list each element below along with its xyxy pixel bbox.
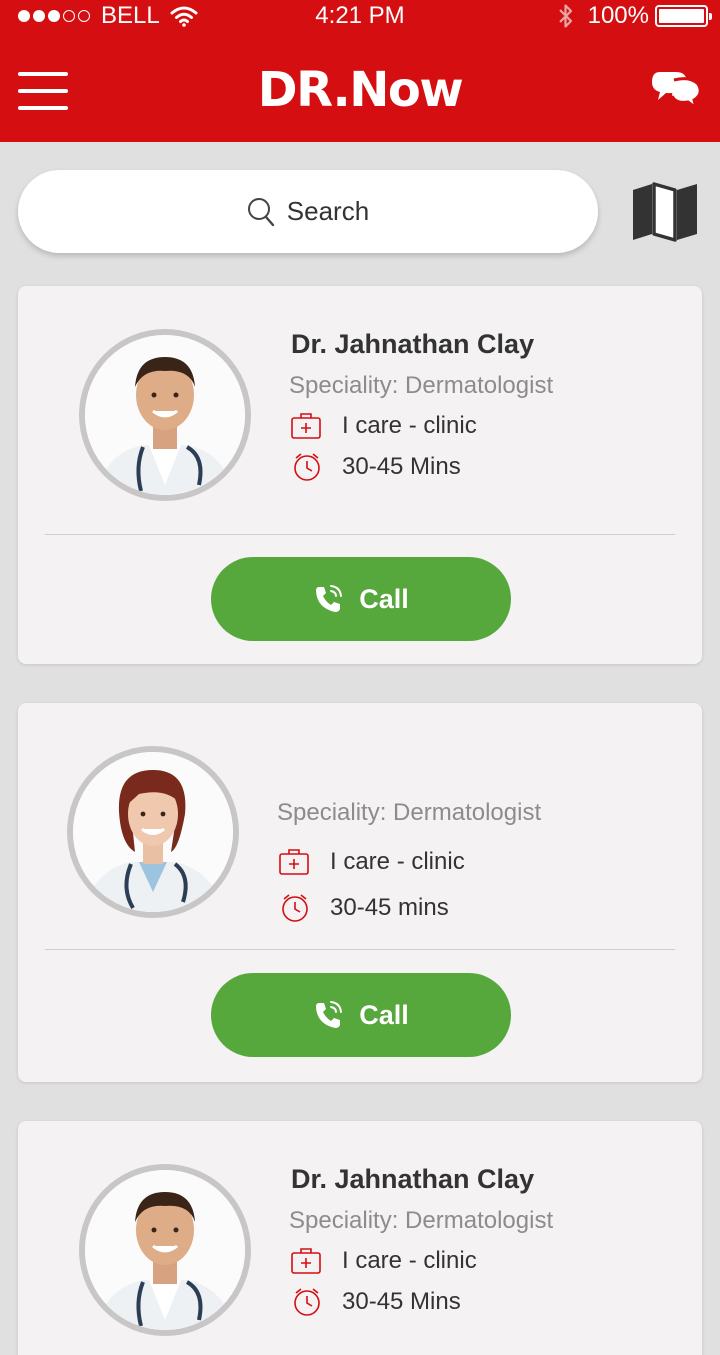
bluetooth-icon <box>558 4 572 28</box>
doctor-card: Speciality: Dermatologist I care - clini… <box>18 703 702 1082</box>
wait-time: 30-45 Mins <box>342 453 461 480</box>
doctor-avatar <box>79 329 251 501</box>
call-button[interactable]: Call <box>211 973 511 1057</box>
clinic-name: I care - clinic <box>342 412 477 439</box>
doctor-name: Dr. Jahnathan Clay <box>291 329 535 359</box>
clinic-row: I care - clinic <box>290 1247 477 1275</box>
wait-time-row: 30-45 Mins <box>292 1287 461 1317</box>
search-icon <box>247 197 274 226</box>
doctor-card: Dr. Jahnathan Clay Speciality: Dermatolo… <box>18 286 702 664</box>
card-divider <box>45 534 675 535</box>
call-label: Call <box>359 999 409 1030</box>
search-input[interactable]: Search <box>18 170 598 253</box>
wait-time-row: 30-45 Mins <box>292 452 461 482</box>
call-button[interactable]: Call <box>211 557 511 641</box>
app-header: BELL 4:21 PM 100% DR.Now <box>0 0 720 142</box>
doctor-speciality: Speciality: Dermatologist <box>289 372 554 399</box>
clinic-row: I care - clinic <box>278 848 465 876</box>
phone-icon <box>316 585 343 612</box>
doctor-avatar <box>79 1164 251 1336</box>
medical-kit-icon <box>291 413 321 439</box>
phone-icon <box>316 1001 343 1028</box>
wait-time-row: 30-45 mins <box>280 893 449 923</box>
app-logo: DR.Now <box>257 62 464 118</box>
clinic-name: I care - clinic <box>330 848 465 875</box>
clinic-row: I care - clinic <box>290 412 477 440</box>
battery-icon <box>655 5 712 27</box>
doctor-card: Dr. Jahnathan Clay Speciality: Dermatolo… <box>18 1121 702 1355</box>
doctor-speciality: Speciality: Dermatologist <box>277 799 542 826</box>
map-icon[interactable] <box>630 182 700 242</box>
search-placeholder: Search <box>286 196 370 226</box>
status-bar: BELL 4:21 PM 100% <box>0 0 720 32</box>
call-label: Call <box>359 583 409 614</box>
chat-icon[interactable] <box>650 68 702 112</box>
medical-kit-icon <box>279 849 309 875</box>
clinic-name: I care - clinic <box>342 1247 477 1274</box>
doctor-name: Dr. Jahnathan Clay <box>291 1164 535 1194</box>
wait-time: 30-45 Mins <box>342 1288 461 1315</box>
doctor-avatar <box>67 746 239 918</box>
doctor-speciality: Speciality: Dermatologist <box>289 1207 554 1234</box>
card-divider <box>45 949 675 950</box>
clock-icon <box>294 1288 320 1316</box>
clock-icon <box>294 453 320 481</box>
clock-icon <box>282 894 308 922</box>
status-right: 100% <box>558 2 712 30</box>
battery-percent: 100% <box>587 2 649 29</box>
medical-kit-icon <box>291 1248 321 1274</box>
wait-time: 30-45 mins <box>330 894 449 921</box>
